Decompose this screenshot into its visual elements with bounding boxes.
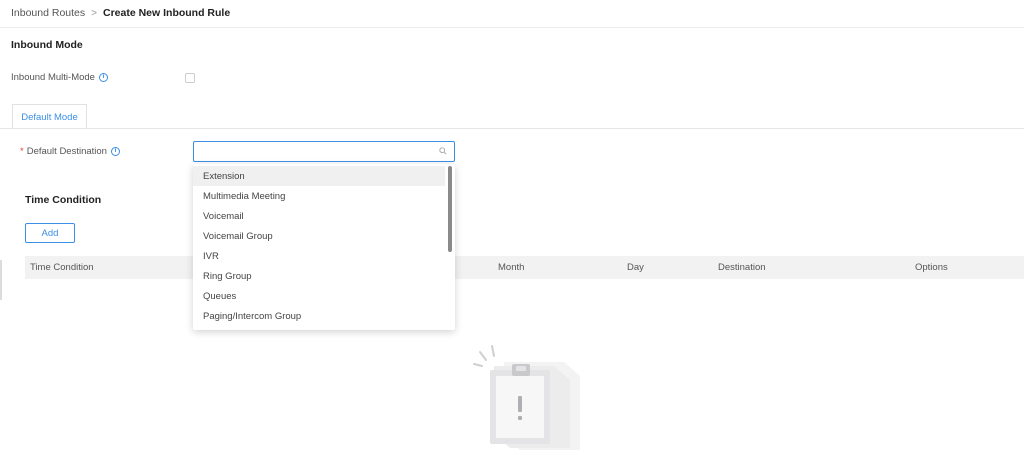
header-divider [0,27,1024,28]
dropdown-option-voicemail[interactable]: Voicemail [193,206,445,226]
empty-state-illustration [473,345,580,450]
tabs-divider [0,128,1024,129]
dropdown-option-extension[interactable]: Extension [193,166,445,186]
column-month: Month [498,262,525,273]
inbound-multi-mode-label: Inbound Multi-Mode i [11,72,108,83]
info-icon[interactable]: i [98,73,108,82]
inbound-mode-title: Inbound Mode [11,39,83,51]
column-day: Day [627,262,644,273]
time-condition-title: Time Condition [25,194,102,206]
required-mark: * [20,146,24,157]
default-destination-select[interactable] [193,141,455,162]
add-time-condition-button[interactable]: Add [25,223,75,243]
dropdown-option-multimedia-meeting[interactable]: Multimedia Meeting [193,186,445,206]
inbound-multi-mode-checkbox[interactable] [185,73,195,83]
default-destination-label: * Default Destination i [20,146,120,157]
info-icon[interactable]: i [110,147,120,156]
time-condition-table-header: Time Condition Month Day Destination Opt… [25,256,1024,279]
dropdown-option-ring-group[interactable]: Ring Group [193,266,445,286]
dropdown-option-ivr[interactable]: IVR [193,246,445,266]
left-edge-marker [0,260,2,300]
inbound-multi-mode-text: Inbound Multi-Mode [11,72,95,83]
dropdown-scrollbar[interactable] [448,166,452,252]
column-destination: Destination [718,262,766,273]
breadcrumb-inbound-routes-link[interactable]: Inbound Routes [11,7,85,19]
page-title: Create New Inbound Rule [103,7,231,19]
column-options: Options [915,262,948,273]
dropdown-option-queues[interactable]: Queues [193,286,445,306]
default-destination-text: Default Destination [26,146,107,157]
search-icon [439,147,447,155]
breadcrumb: Inbound Routes > Create New Inbound Rule [11,6,230,20]
dropdown-option-voicemail-group[interactable]: Voicemail Group [193,226,445,246]
destination-dropdown-menu: Extension Multimedia Meeting Voicemail V… [193,164,455,330]
column-time-condition: Time Condition [30,262,94,273]
breadcrumb-separator: > [91,7,97,19]
tab-default-mode[interactable]: Default Mode [12,104,87,129]
dropdown-option-paging-intercom-group[interactable]: Paging/Intercom Group [193,306,445,326]
